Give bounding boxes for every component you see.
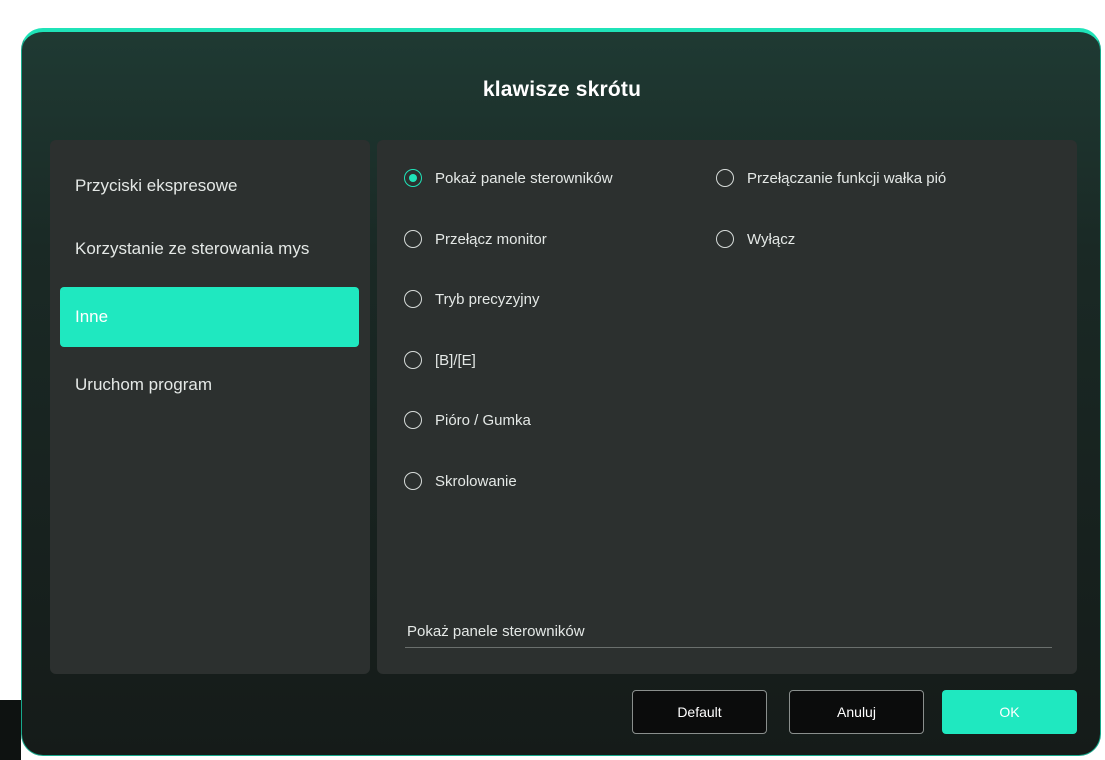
page-background: [0, 0, 1105, 14]
option-label: Przełącz monitor: [435, 230, 547, 248]
option-scrolling[interactable]: Skrolowanie: [404, 469, 517, 493]
ok-button[interactable]: OK: [942, 690, 1077, 734]
radio-icon[interactable]: [404, 351, 422, 369]
sidebar-item-other[interactable]: Inne: [60, 287, 359, 347]
option-pen-eraser[interactable]: Pióro / Gumka: [404, 408, 531, 432]
sidebar-item-mouse-control[interactable]: Korzystanie ze sterowania mys: [60, 219, 359, 279]
sidebar-item-run-program[interactable]: Uruchom program: [60, 355, 359, 415]
option-disable[interactable]: Wyłącz: [716, 227, 795, 251]
default-button[interactable]: Default: [632, 690, 767, 734]
radio-icon[interactable]: [404, 411, 422, 429]
shortcut-keys-dialog: klawisze skrótu Przyciski ekspresowe Kor…: [21, 28, 1101, 756]
option-label: [B]/[E]: [435, 351, 476, 369]
option-pen-wheel-toggle[interactable]: Przełączanie funkcji wałka pió: [716, 166, 946, 190]
sidebar-item-express-buttons[interactable]: Przyciski ekspresowe: [60, 156, 359, 216]
option-label: Przełączanie funkcji wałka pió: [747, 169, 947, 187]
radio-icon[interactable]: [716, 230, 734, 248]
option-label: Pokaż panele sterowników: [435, 169, 613, 187]
radio-selected-icon[interactable]: [404, 169, 422, 187]
option-label: Pióro / Gumka: [435, 411, 531, 429]
dialog-title: klawisze skrótu: [482, 78, 642, 101]
selected-function-field[interactable]: Pokaż panele sterowników: [405, 616, 1052, 648]
option-label: Tryb precyzyjny: [435, 290, 540, 308]
option-switch-monitor[interactable]: Przełącz monitor: [404, 227, 547, 251]
option-label: Skrolowanie: [435, 472, 517, 490]
radio-icon[interactable]: [716, 169, 734, 187]
cancel-button[interactable]: Anuluj: [789, 690, 924, 734]
radio-icon[interactable]: [404, 230, 422, 248]
background-shade: [0, 700, 21, 760]
option-precision-mode[interactable]: Tryb precyzyjny: [404, 287, 539, 311]
option-show-driver-panels[interactable]: Pokaż panele sterowników: [404, 166, 613, 190]
radio-icon[interactable]: [404, 472, 422, 490]
option-b-e[interactable]: [B]/[E]: [404, 348, 476, 372]
option-label: Wyłącz: [747, 230, 796, 248]
options-panel: Pokaż panele sterowników Przełącz monito…: [377, 140, 1077, 674]
category-sidebar: Przyciski ekspresowe Korzystanie ze ster…: [50, 140, 370, 674]
radio-icon[interactable]: [404, 290, 422, 308]
